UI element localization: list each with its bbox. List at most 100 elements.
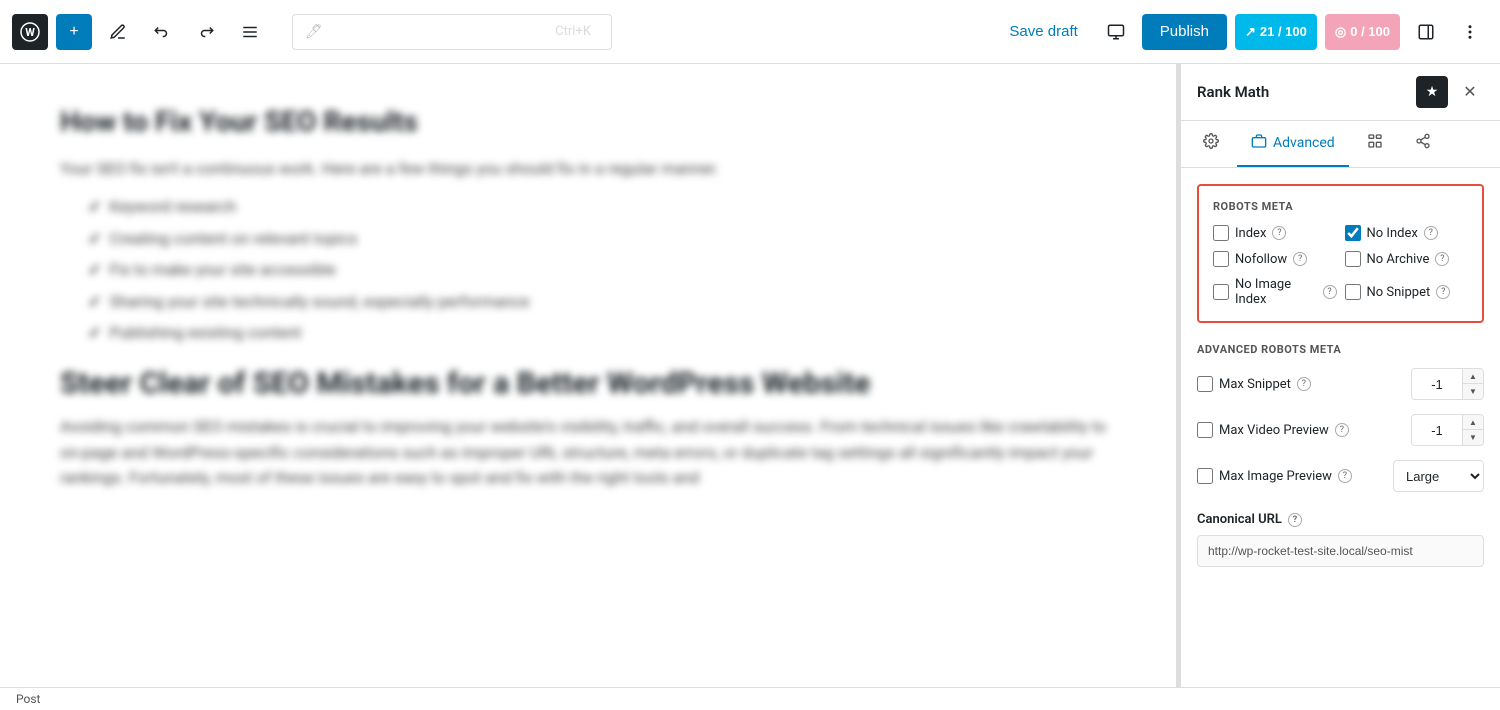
toggle-sidebar-button[interactable] — [1408, 14, 1444, 50]
robots-meta-label: ROBOTS META — [1213, 200, 1468, 213]
max-image-preview-help-icon[interactable]: ? — [1338, 469, 1352, 483]
svg-text:W: W — [25, 26, 35, 39]
list-item: Keyword research — [76, 194, 1116, 220]
no-snippet-checkbox-row: No Snippet ? — [1345, 277, 1469, 307]
nofollow-help-icon[interactable]: ? — [1293, 252, 1307, 266]
robots-meta-grid: Index ? No Index ? Nofollow ? — [1213, 225, 1468, 307]
no-image-index-label: No Image Index — [1235, 277, 1317, 307]
max-snippet-row: Max Snippet ? ▲ ▼ — [1197, 368, 1484, 400]
redo-button[interactable] — [188, 14, 224, 50]
settings-icon — [1203, 133, 1219, 153]
max-video-down-button[interactable]: ▼ — [1463, 430, 1483, 445]
no-image-index-help-icon[interactable]: ? — [1323, 285, 1337, 299]
max-image-preview-checkbox[interactable] — [1197, 468, 1213, 484]
index-help-icon[interactable]: ? — [1272, 226, 1286, 240]
toolbar: W + 🖊 Ctrl+K Save draft Publish ↗ 21 / 1… — [0, 0, 1500, 64]
sidebar-title: Rank Math — [1197, 83, 1408, 101]
advanced-robots-label: ADVANCED ROBOTS META — [1197, 343, 1484, 356]
status-bar: Post — [0, 687, 1500, 710]
body-paragraph: Avoiding common SEO mistakes is crucial … — [60, 414, 1116, 491]
max-video-preview-row: Max Video Preview ? ▲ ▼ — [1197, 414, 1484, 446]
max-snippet-input-wrap: ▲ ▼ — [1411, 368, 1484, 400]
no-index-checkbox[interactable] — [1345, 225, 1361, 241]
undo-button[interactable] — [144, 14, 180, 50]
index-checkbox-row: Index ? — [1213, 225, 1337, 241]
seo-score-badge[interactable]: ↗ 21 / 100 — [1235, 14, 1317, 50]
no-archive-help-icon[interactable]: ? — [1435, 252, 1449, 266]
tab-social[interactable] — [1353, 121, 1397, 167]
tab-advanced[interactable]: Advanced — [1237, 121, 1349, 167]
no-snippet-label: No Snippet — [1367, 285, 1431, 300]
sidebar-header: Rank Math ★ ✕ — [1181, 64, 1500, 121]
post-type-label: Post — [16, 692, 40, 706]
view-list-button[interactable] — [232, 14, 268, 50]
max-video-preview-input-wrap: ▲ ▼ — [1411, 414, 1484, 446]
no-snippet-checkbox[interactable] — [1345, 284, 1361, 300]
tab-advanced-label: Advanced — [1273, 135, 1335, 151]
readability-score-icon: ◎ — [1335, 24, 1346, 40]
nofollow-label: Nofollow — [1235, 252, 1287, 267]
save-draft-button[interactable]: Save draft — [997, 17, 1089, 46]
nofollow-checkbox[interactable] — [1213, 251, 1229, 267]
list-item: Publishing existing content — [76, 320, 1116, 346]
tab-schema[interactable] — [1401, 121, 1445, 167]
canonical-url-label: Canonical URL ? — [1197, 512, 1484, 527]
tools-button[interactable] — [100, 14, 136, 50]
canonical-label-text: Canonical URL — [1197, 512, 1282, 527]
max-image-preview-select[interactable]: None Standard Large — [1393, 460, 1484, 492]
max-video-spinners: ▲ ▼ — [1462, 415, 1483, 445]
seo-score-value: 21 / 100 — [1260, 24, 1307, 39]
readability-score-badge[interactable]: ◎ 0 / 100 — [1325, 14, 1400, 50]
sidebar-content: ROBOTS META Index ? No Index ? Nof — [1181, 168, 1500, 687]
readability-score-value: 0 / 100 — [1350, 24, 1390, 39]
schema-icon — [1415, 133, 1431, 153]
canonical-url-input[interactable] — [1197, 535, 1484, 567]
max-image-preview-label: Max Image Preview — [1219, 469, 1332, 484]
max-snippet-down-button[interactable]: ▼ — [1463, 384, 1483, 399]
publish-button[interactable]: Publish — [1142, 14, 1227, 50]
close-sidebar-button[interactable]: ✕ — [1456, 78, 1484, 106]
index-checkbox[interactable] — [1213, 225, 1229, 241]
max-snippet-help-icon[interactable]: ? — [1297, 377, 1311, 391]
max-video-preview-help-icon[interactable]: ? — [1335, 423, 1349, 437]
editor-area[interactable]: How to Fix Your SEO Results Your SEO fix… — [0, 64, 1176, 687]
no-index-checkbox-row: No Index ? — [1345, 225, 1469, 241]
max-video-preview-input[interactable] — [1412, 415, 1462, 445]
tab-settings[interactable] — [1189, 121, 1233, 167]
no-archive-checkbox[interactable] — [1345, 251, 1361, 267]
keyboard-shortcut: Ctrl+K — [555, 24, 591, 39]
max-video-preview-checkbox[interactable] — [1197, 422, 1213, 438]
post-title: How to Fix Your SEO Results — [60, 104, 1116, 140]
canonical-help-icon[interactable]: ? — [1288, 513, 1302, 527]
no-image-index-checkbox-row: No Image Index ? — [1213, 277, 1337, 307]
no-image-index-checkbox[interactable] — [1213, 284, 1229, 300]
advanced-robots-meta-section: ADVANCED ROBOTS META Max Snippet ? ▲ ▼ — [1197, 343, 1484, 492]
rank-math-sidebar: Rank Math ★ ✕ Advanced — [1180, 64, 1500, 687]
max-snippet-checkbox[interactable] — [1197, 376, 1213, 392]
robots-meta-section: ROBOTS META Index ? No Index ? Nof — [1197, 184, 1484, 323]
max-snippet-up-button[interactable]: ▲ — [1463, 369, 1483, 384]
more-options-button[interactable] — [1452, 14, 1488, 50]
max-video-up-button[interactable]: ▲ — [1463, 415, 1483, 430]
no-snippet-help-icon[interactable]: ? — [1436, 285, 1450, 299]
list-item: Fix to make your site accessible — [76, 257, 1116, 283]
intro-paragraph: Your SEO fix isn't a continuous work. He… — [60, 156, 1116, 182]
max-video-preview-label: Max Video Preview — [1219, 423, 1329, 438]
preview-button[interactable] — [1098, 14, 1134, 50]
nofollow-checkbox-row: Nofollow ? — [1213, 251, 1337, 267]
no-index-help-icon[interactable]: ? — [1424, 226, 1438, 240]
bullet-list: Keyword research Creating content on rel… — [76, 194, 1116, 346]
pen-icon: 🖊 — [305, 24, 323, 40]
search-bar[interactable]: 🖊 Ctrl+K — [292, 14, 612, 50]
star-icon: ★ — [1416, 76, 1448, 108]
add-block-button[interactable]: + — [56, 14, 92, 50]
canonical-url-section: Canonical URL ? — [1197, 512, 1484, 567]
sidebar-tabs: Advanced — [1181, 121, 1500, 168]
list-item: Sharing your site technically sound, esp… — [76, 289, 1116, 315]
briefcase-icon — [1251, 133, 1267, 153]
max-snippet-label: Max Snippet — [1219, 377, 1291, 392]
max-snippet-input[interactable] — [1412, 369, 1462, 399]
main-area: How to Fix Your SEO Results Your SEO fix… — [0, 64, 1500, 687]
max-snippet-spinners: ▲ ▼ — [1462, 369, 1483, 399]
social-icon — [1367, 133, 1383, 153]
